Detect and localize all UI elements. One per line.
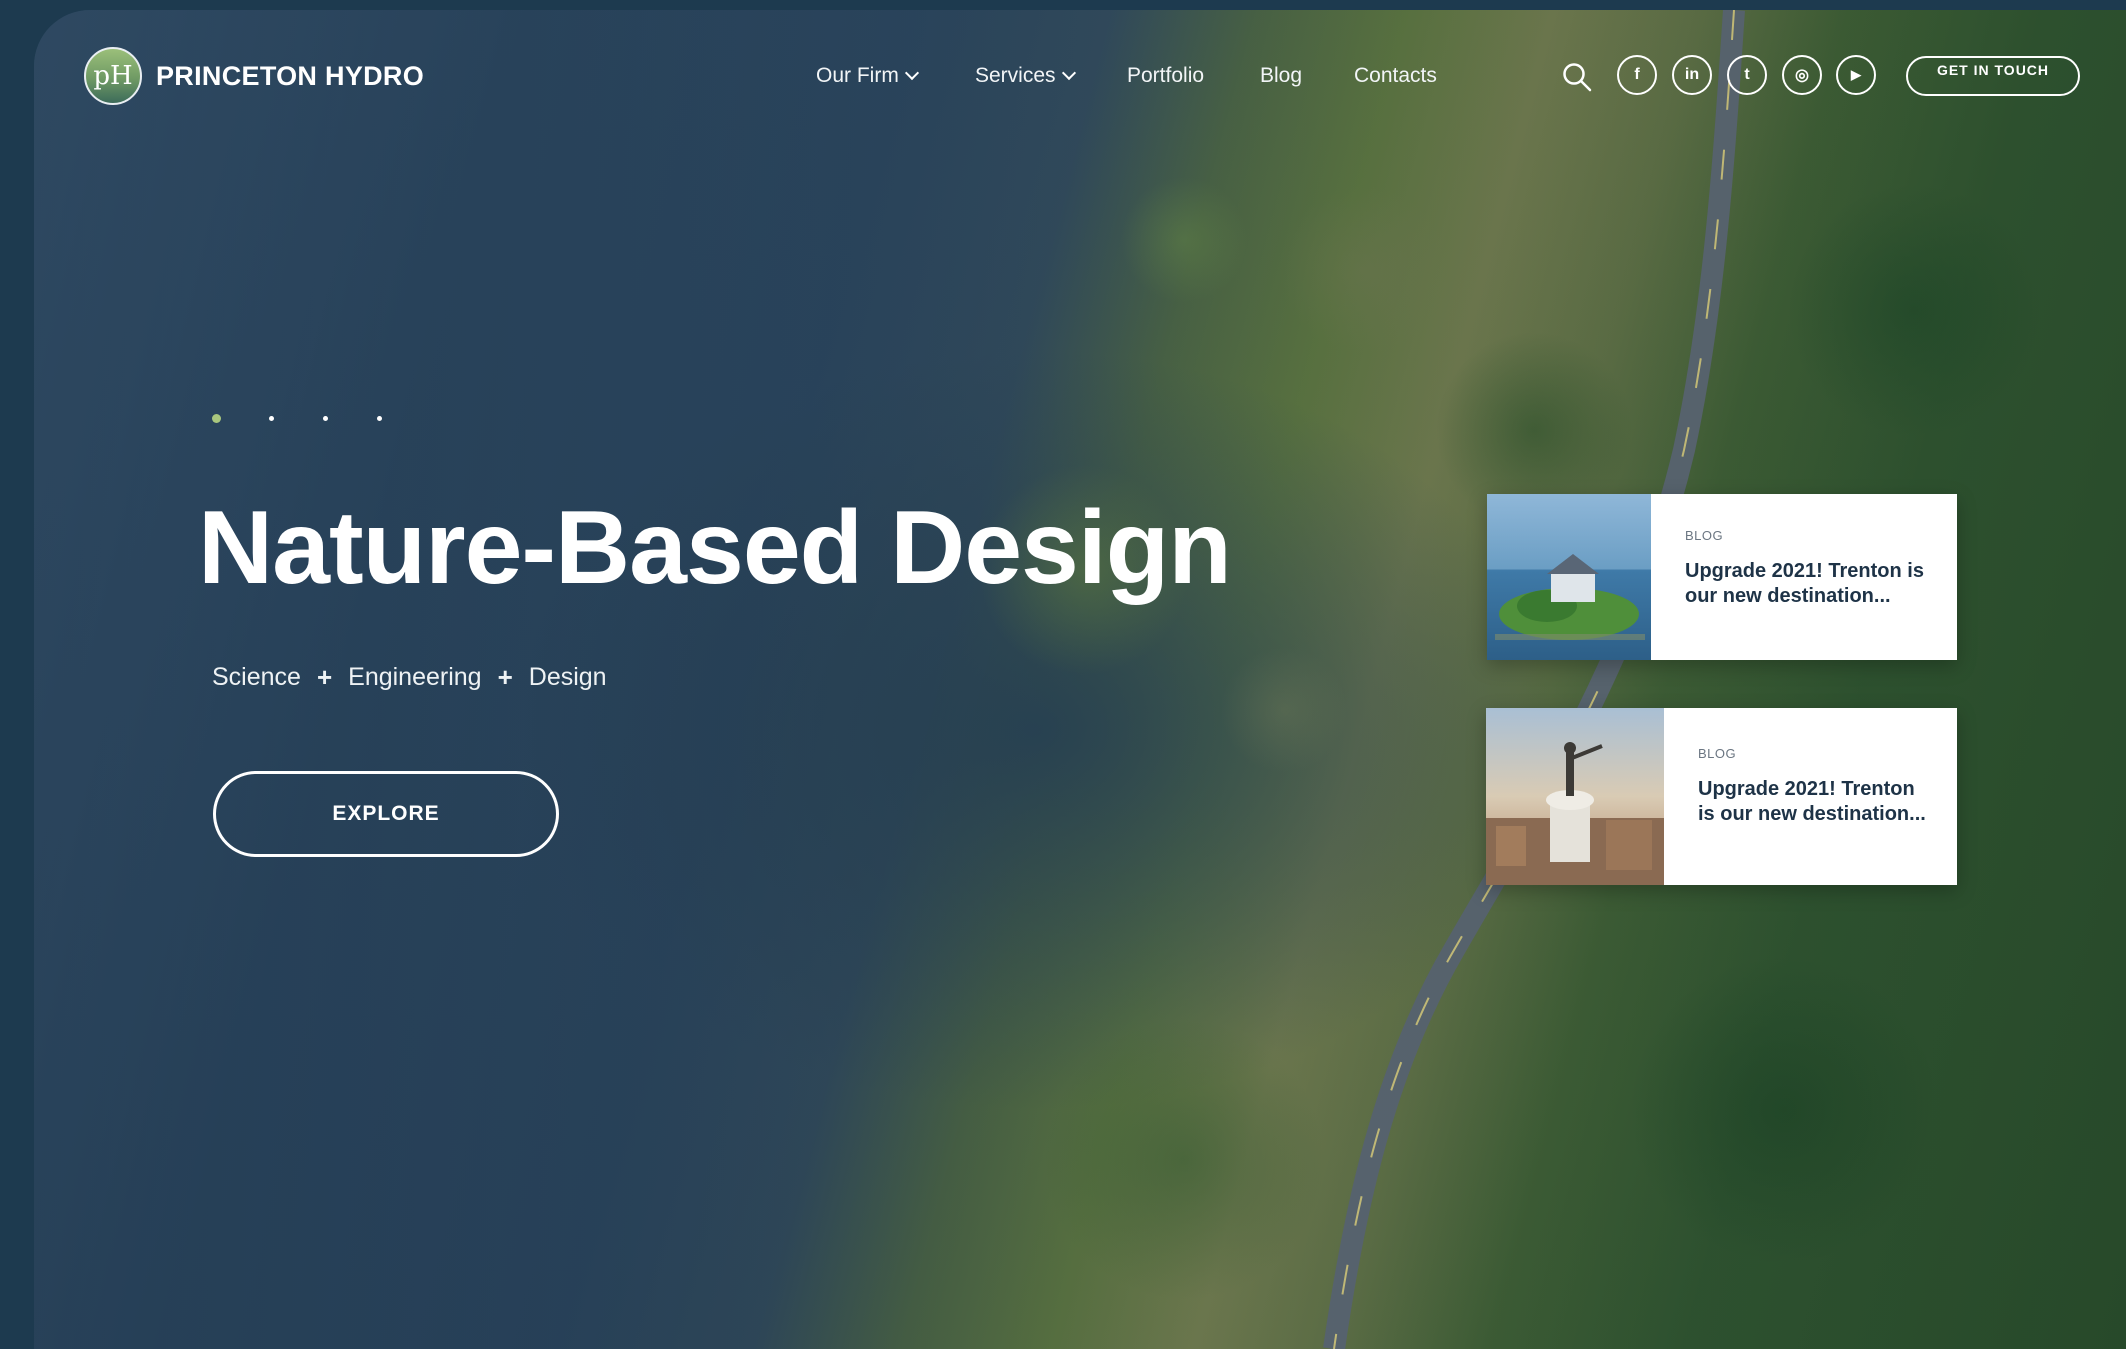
- chevron-down-icon: [904, 65, 919, 81]
- nav-our-firm[interactable]: Our Firm: [816, 64, 919, 88]
- get-in-touch-button[interactable]: GET IN TOUCH: [1906, 56, 2080, 96]
- blog-card[interactable]: BLOG Upgrade 2021! Trenton is our new de…: [1486, 708, 1957, 885]
- instagram-icon[interactable]: ◎: [1782, 55, 1822, 95]
- explore-button[interactable]: EXPLORE: [213, 771, 559, 857]
- chevron-down-icon: [1061, 65, 1076, 81]
- blog-card-image: [1487, 494, 1651, 660]
- linkedin-icon[interactable]: in: [1672, 55, 1712, 95]
- blog-card-body: BLOG Upgrade 2021! Trenton is our new de…: [1664, 708, 1957, 885]
- logo-mark: pH: [84, 47, 142, 105]
- blog-card-tag: BLOG: [1685, 528, 1724, 543]
- blog-card-title[interactable]: Upgrade 2021! Trenton is our new destina…: [1685, 559, 1931, 609]
- tagline-engineering: Engineering: [348, 663, 482, 691]
- hero-title: Nature-Based Design: [198, 490, 1232, 606]
- plus-icon: +: [497, 662, 513, 692]
- nav-services-label: Services: [975, 64, 1056, 87]
- nav-contacts-label: Contacts: [1354, 64, 1437, 87]
- nav-blog-label: Blog: [1260, 64, 1303, 87]
- logo[interactable]: pH PRINCETON HYDRO: [84, 47, 424, 105]
- tagline-science: Science: [212, 663, 301, 691]
- brand-name: PRINCETON HYDRO: [156, 60, 425, 91]
- slide-dot-4[interactable]: [377, 416, 382, 421]
- twitter-icon[interactable]: t: [1727, 55, 1767, 95]
- blog-card-title[interactable]: Upgrade 2021! Trenton is our new destina…: [1698, 777, 1931, 827]
- hero-tagline: Science + Engineering + Design: [212, 662, 607, 693]
- blog-card-body: BLOG Upgrade 2021! Trenton is our new de…: [1651, 494, 1957, 660]
- blog-card-image: [1486, 708, 1664, 885]
- nav-portfolio-label: Portfolio: [1127, 64, 1205, 87]
- nav-contacts[interactable]: Contacts: [1354, 64, 1437, 88]
- facebook-icon[interactable]: f: [1617, 55, 1657, 95]
- nav-portfolio[interactable]: Portfolio: [1127, 64, 1204, 88]
- search-icon[interactable]: [1562, 62, 1592, 92]
- slide-dot-1[interactable]: [212, 414, 221, 423]
- blog-card[interactable]: BLOG Upgrade 2021! Trenton is our new de…: [1487, 494, 1957, 660]
- blog-card-tag: BLOG: [1698, 746, 1737, 761]
- youtube-icon[interactable]: ▶: [1836, 55, 1876, 95]
- plus-icon: +: [316, 662, 333, 692]
- tagline-design: Design: [528, 663, 607, 691]
- nav-services[interactable]: Services: [975, 64, 1076, 88]
- slide-dot-2[interactable]: [269, 416, 274, 421]
- slide-dot-3[interactable]: [323, 416, 328, 421]
- nav-our-firm-label: Our Firm: [816, 64, 899, 87]
- nav-blog[interactable]: Blog: [1260, 64, 1302, 88]
